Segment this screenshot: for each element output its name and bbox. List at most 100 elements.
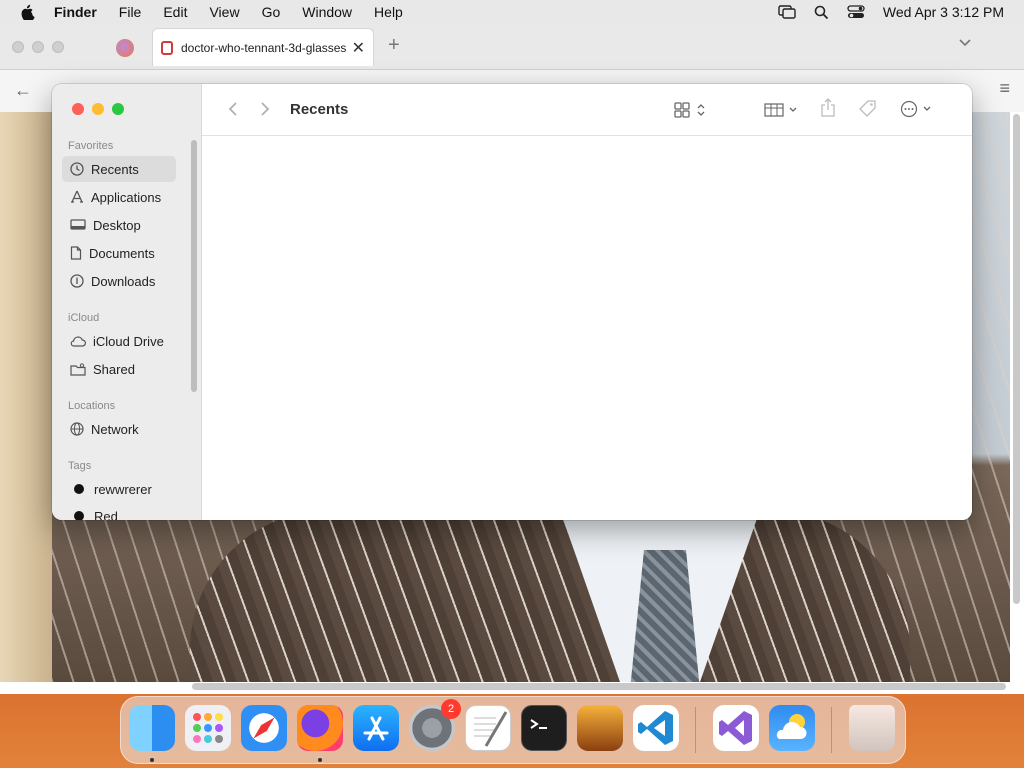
textedit-icon[interactable] bbox=[465, 705, 511, 751]
screen-mirroring-icon[interactable] bbox=[778, 5, 796, 19]
sidebar-item-label: Applications bbox=[91, 189, 162, 205]
sidebar-item-label: Recents bbox=[91, 161, 139, 177]
sidebar-item-downloads[interactable]: Downloads bbox=[62, 268, 176, 294]
trash-icon[interactable] bbox=[849, 705, 895, 751]
finder-content-area[interactable] bbox=[202, 136, 972, 520]
sidebar-item-tag-red[interactable]: Red bbox=[62, 503, 176, 520]
sidebar-item-icloud-drive[interactable]: iCloud Drive bbox=[62, 328, 176, 354]
running-indicator bbox=[318, 758, 322, 762]
browser-window-controls bbox=[12, 41, 64, 53]
notification-badge: 2 bbox=[441, 699, 461, 719]
forward-chevron-icon[interactable] bbox=[260, 101, 270, 117]
desktop-icon bbox=[70, 218, 86, 230]
finder-zoom-button[interactable] bbox=[112, 103, 124, 115]
dock: 2 bbox=[120, 696, 906, 764]
finder-sidebar: Favorites Recents Applications Desktop D… bbox=[52, 84, 202, 520]
sidebar-item-label: Shared bbox=[93, 361, 135, 377]
tab-close-icon[interactable]: ✕ bbox=[352, 38, 365, 58]
tag-dot-icon bbox=[74, 484, 84, 494]
sidebar-item-label: iCloud Drive bbox=[93, 333, 164, 349]
finder-toolbar: Recents bbox=[202, 84, 972, 136]
browser-tab-strip: doctor-who-tennant-3d-glasses ✕ + bbox=[0, 24, 1024, 70]
finder-window-controls bbox=[72, 103, 124, 115]
menu-go[interactable]: Go bbox=[262, 4, 281, 20]
hamburger-menu-icon[interactable]: ≡ bbox=[999, 78, 1010, 99]
sidebar-item-label: Desktop bbox=[93, 217, 141, 233]
pinned-tab-icon[interactable] bbox=[116, 39, 134, 57]
finder-close-button[interactable] bbox=[72, 103, 84, 115]
tab-title: doctor-who-tennant-3d-glasses bbox=[181, 40, 346, 55]
list-all-tabs-icon[interactable] bbox=[958, 38, 972, 48]
globe-icon bbox=[70, 422, 84, 436]
new-tab-icon[interactable]: + bbox=[388, 34, 400, 57]
menu-help[interactable]: Help bbox=[374, 4, 403, 20]
vscode-icon[interactable] bbox=[633, 705, 679, 751]
menu-window[interactable]: Window bbox=[302, 4, 352, 20]
finder-minimize-button[interactable] bbox=[92, 103, 104, 115]
menu-bar: Finder File Edit View Go Window Help Wed… bbox=[0, 0, 1024, 24]
weather-icon[interactable] bbox=[769, 705, 815, 751]
firefox-icon[interactable] bbox=[297, 705, 343, 751]
control-center-icon[interactable] bbox=[847, 5, 865, 19]
more-actions-icon[interactable] bbox=[900, 100, 936, 118]
icon-view-icon[interactable] bbox=[674, 101, 710, 119]
image-hair-region bbox=[0, 112, 52, 682]
spotlight-search-icon[interactable] bbox=[814, 5, 829, 20]
browser-close-button[interactable] bbox=[12, 41, 24, 53]
section-favorites: Favorites bbox=[68, 140, 114, 152]
visual-studio-icon[interactable] bbox=[713, 705, 759, 751]
sidebar-item-network[interactable]: Network bbox=[62, 416, 176, 442]
cloud-icon bbox=[70, 336, 86, 347]
section-locations: Locations bbox=[68, 400, 116, 412]
shared-folder-icon bbox=[70, 362, 86, 376]
finder-window: Favorites Recents Applications Desktop D… bbox=[52, 84, 972, 520]
sidebar-item-recents[interactable]: Recents bbox=[62, 156, 176, 182]
sidebar-item-label: Downloads bbox=[91, 273, 156, 289]
sidebar-item-label: Red bbox=[94, 508, 118, 521]
vertical-scrollbar[interactable] bbox=[1013, 114, 1020, 604]
dock-separator bbox=[831, 707, 832, 753]
sidebar-item-desktop[interactable]: Desktop bbox=[62, 212, 176, 238]
tag-dot-icon bbox=[74, 511, 84, 520]
terminal-icon[interactable] bbox=[521, 705, 567, 751]
app-store-icon[interactable] bbox=[353, 705, 399, 751]
sidebar-item-documents[interactable]: Documents bbox=[62, 240, 176, 266]
menu-clock[interactable]: Wed Apr 3 3:12 PM bbox=[883, 4, 1004, 20]
share-icon[interactable] bbox=[820, 98, 836, 118]
applications-icon bbox=[71, 190, 83, 203]
document-icon bbox=[70, 246, 82, 260]
system-settings-icon[interactable]: 2 bbox=[409, 699, 461, 751]
section-tags: Tags bbox=[68, 460, 92, 472]
finder-icon[interactable] bbox=[129, 705, 175, 751]
running-indicator bbox=[150, 758, 154, 762]
menu-file[interactable]: File bbox=[119, 4, 142, 20]
tab-favicon-icon bbox=[161, 40, 173, 55]
sidebar-item-label: Documents bbox=[89, 245, 155, 261]
garageband-icon[interactable] bbox=[577, 705, 623, 751]
apple-icon[interactable] bbox=[20, 4, 36, 20]
sidebar-item-label: Network bbox=[91, 421, 139, 437]
launchpad-icon[interactable] bbox=[185, 705, 231, 751]
sidebar-item-tag-rewwrerer[interactable]: rewwrerer bbox=[62, 476, 176, 502]
group-by-icon[interactable] bbox=[764, 101, 800, 119]
tag-icon[interactable] bbox=[858, 99, 878, 119]
browser-minimize-button[interactable] bbox=[32, 41, 44, 53]
section-icloud: iCloud bbox=[68, 312, 100, 324]
sidebar-scrollbar[interactable] bbox=[191, 140, 197, 392]
browser-zoom-button[interactable] bbox=[52, 41, 64, 53]
sidebar-item-label: rewwrerer bbox=[94, 481, 152, 497]
download-icon bbox=[70, 274, 84, 288]
back-chevron-icon[interactable] bbox=[228, 101, 238, 117]
finder-window-title: Recents bbox=[290, 101, 349, 118]
browser-tab[interactable]: doctor-who-tennant-3d-glasses ✕ bbox=[152, 28, 374, 66]
clock-icon bbox=[70, 162, 84, 176]
horizontal-scrollbar[interactable] bbox=[192, 683, 1006, 690]
sidebar-item-applications[interactable]: Applications bbox=[62, 184, 176, 210]
menu-app-name[interactable]: Finder bbox=[54, 4, 97, 20]
sidebar-item-shared[interactable]: Shared bbox=[62, 356, 176, 382]
back-arrow-icon[interactable]: ← bbox=[14, 80, 32, 101]
safari-icon[interactable] bbox=[241, 705, 287, 751]
menu-view[interactable]: View bbox=[209, 4, 239, 20]
menu-edit[interactable]: Edit bbox=[163, 4, 187, 20]
image-suit-region bbox=[190, 510, 910, 682]
